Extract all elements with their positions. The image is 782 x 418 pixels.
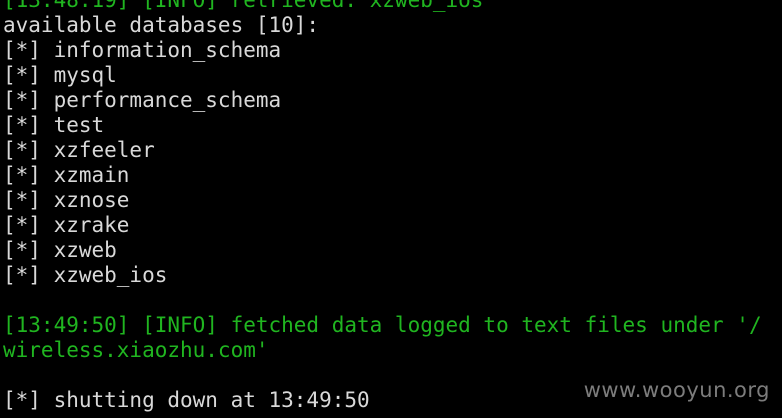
database-item-xzfeeler: [*] xzfeeler [3, 138, 155, 162]
database-item-information-schema: [*] information_schema [3, 38, 282, 62]
terminal-window[interactable]: [13:48:19] [INFO] retrieved: xzweb_ios a… [0, 0, 782, 418]
database-item-xzrake: [*] xzrake [3, 213, 130, 237]
database-item-xzmain: [*] xzmain [3, 163, 130, 187]
watermark: www.wooyun.org [583, 378, 770, 402]
database-item-xznose: [*] xznose [3, 188, 130, 212]
databases-header: available databases [10]: [3, 13, 320, 37]
database-item-mysql: [*] mysql [3, 63, 117, 87]
database-item-xzweb: [*] xzweb [3, 238, 117, 262]
log-line-retrieved: [13:48:19] [INFO] retrieved: xzweb_ios [3, 0, 484, 12]
log-line-fetched: [13:49:50] [INFO] fetched data logged to… [3, 313, 762, 337]
database-item-performance-schema: [*] performance_schema [3, 88, 282, 112]
log-line-fetched-continued: wireless.xiaozhu.com' [3, 338, 269, 362]
database-item-xzweb-ios: [*] xzweb_ios [3, 263, 168, 287]
terminal-output: [13:48:19] [INFO] retrieved: xzweb_ios a… [3, 0, 762, 413]
database-item-test: [*] test [3, 113, 105, 137]
